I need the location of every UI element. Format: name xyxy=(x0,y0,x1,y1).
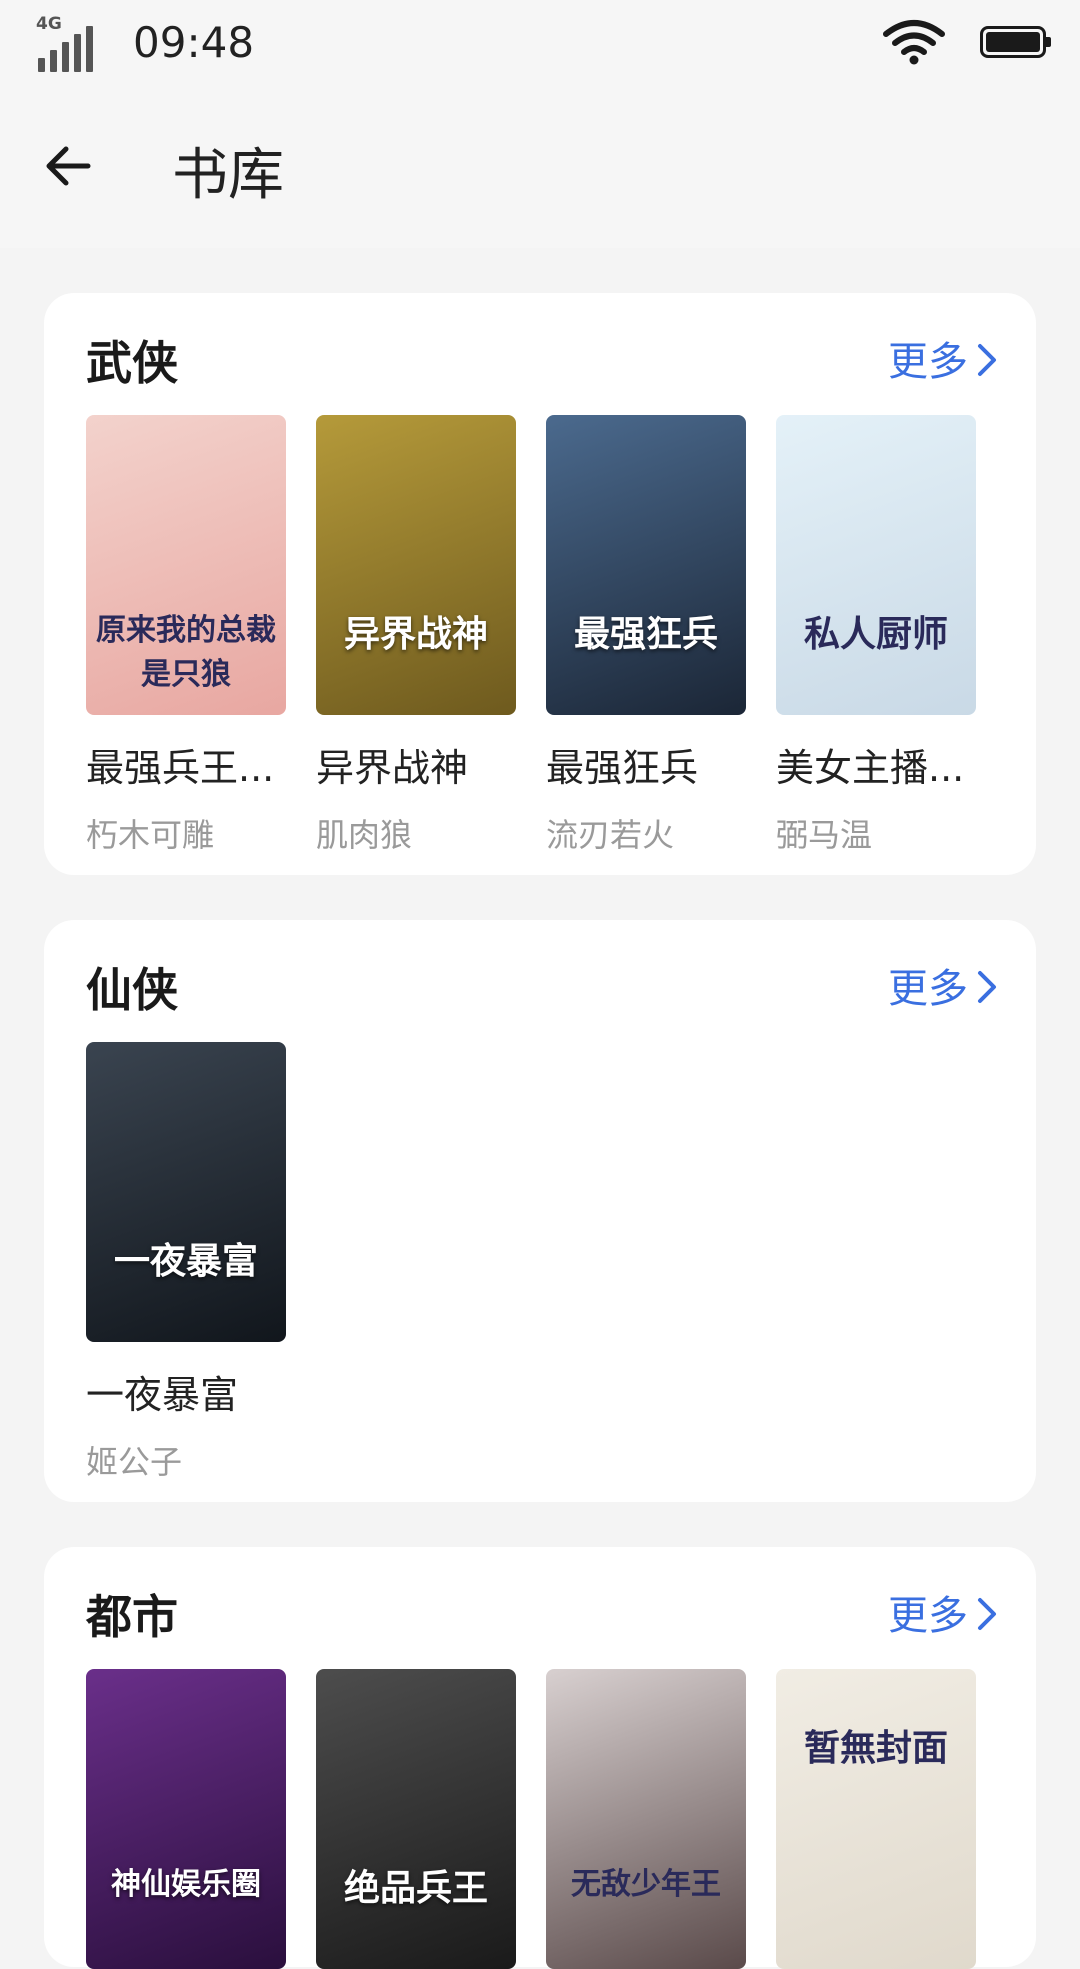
status-bar: 4G 09:48 xyxy=(0,0,1080,88)
book-item[interactable]: 神仙娱乐圈 xyxy=(86,1669,286,1969)
book-title: 最强兵王... xyxy=(86,746,275,790)
page-title: 书库 xyxy=(172,143,284,208)
book-title: 美女主播... xyxy=(776,746,965,790)
book-item[interactable]: 一夜暴富 一夜暴富 姬公子 xyxy=(86,1042,286,1483)
book-cover[interactable]: 暂無封面 xyxy=(776,1669,976,1969)
cover-text: 异界战神 xyxy=(343,613,488,655)
category-title: 都市 xyxy=(86,1590,178,1644)
book-item[interactable]: 无敌少年王 xyxy=(546,1669,746,1969)
book-item[interactable]: 暂無封面 xyxy=(776,1669,976,1969)
more-button[interactable]: 更多 xyxy=(888,329,998,387)
category-title: 仙侠 xyxy=(86,963,178,1017)
cover-text: 最强狂兵 xyxy=(573,613,718,655)
book-cover[interactable]: 私人厨师 xyxy=(776,415,976,715)
book-author: 流刃若火 xyxy=(546,816,675,854)
book-author: 朽木可雕 xyxy=(86,816,215,854)
book-item[interactable]: 绝品兵王 xyxy=(316,1669,516,1969)
book-title: 异界战神 xyxy=(316,746,469,790)
more-label: 更多 xyxy=(888,339,968,385)
book-cover[interactable]: 原来我的总裁是只狼 xyxy=(86,415,286,715)
more-label: 更多 xyxy=(888,966,968,1012)
cover-text: 私人厨师 xyxy=(803,613,948,655)
book-author: 姬公子 xyxy=(86,1443,183,1481)
book-cover[interactable]: 一夜暴富 xyxy=(86,1042,286,1342)
book-cover[interactable]: 神仙娱乐圈 xyxy=(86,1669,286,1969)
cover-text: 无敌少年王 xyxy=(571,1867,721,1902)
more-label: 更多 xyxy=(888,1593,968,1639)
book-title: 最强狂兵 xyxy=(546,746,699,790)
cover-text: 神仙娱乐圈 xyxy=(111,1867,261,1902)
category-section: 仙侠 更多 一夜暴富 一夜暴富 姬公子 xyxy=(44,920,1036,1502)
book-title: 一夜暴富 xyxy=(86,1373,239,1417)
book-item[interactable]: 原来我的总裁是只狼最强兵王... 朽木可雕 xyxy=(86,415,286,856)
more-button[interactable]: 更多 xyxy=(888,1583,998,1641)
cover-text: 绝品兵王 xyxy=(343,1867,488,1909)
category-section: 武侠 更多 原来我的总裁是只狼 最强兵王... 朽木可雕 异界战神 异界战神 肌肉狼 最强狂兵最… xyxy=(44,293,1036,875)
signal-icon: 4G xyxy=(36,12,96,72)
book-item[interactable]: 异界战神 异界战神 肌肉狼 xyxy=(316,415,516,856)
wifi-icon xyxy=(883,20,945,65)
status-time: 09:48 xyxy=(133,18,255,67)
battery-icon xyxy=(980,26,1051,58)
chevron-right-icon xyxy=(978,971,996,1003)
cover-text: 暂無封面 xyxy=(803,1727,948,1769)
cover-text: 原来我的总裁是只狼 xyxy=(96,613,276,692)
chevron-right-icon xyxy=(978,1598,996,1630)
book-cover[interactable]: 绝品兵王 xyxy=(316,1669,516,1969)
book-item[interactable]: 最强狂兵 最强狂兵 流刃若火 xyxy=(546,415,746,856)
chevron-right-icon xyxy=(978,344,996,376)
book-cover[interactable]: 无敌少年王 xyxy=(546,1669,746,1969)
network-type: 4G xyxy=(36,14,62,34)
book-cover[interactable]: 异界战神 xyxy=(316,415,516,715)
book-cover[interactable]: 最强狂兵 xyxy=(546,415,746,715)
top-app-bar: 书库 xyxy=(0,88,1080,248)
arrow-left-icon[interactable] xyxy=(38,136,98,196)
book-author: 弼马温 xyxy=(776,816,873,854)
more-button[interactable]: 更多 xyxy=(888,956,998,1014)
book-row: 一夜暴富 一夜暴富 姬公子 xyxy=(86,1042,286,1483)
book-row: 神仙娱乐圈 绝品兵王 无敌少年王 暂無封面 xyxy=(86,1669,976,1969)
category-section: 都市 更多神仙娱乐圈 绝品兵王 无敌少年王 暂無封面 xyxy=(44,1547,1036,1969)
cover-text: 一夜暴富 xyxy=(113,1240,258,1282)
category-title: 武侠 xyxy=(86,336,178,390)
book-row: 原来我的总裁是只狼 最强兵王... 朽木可雕 异界战神 异界战神 肌肉狼 最强狂兵 最强狂兵流… xyxy=(86,415,976,856)
book-item[interactable]: 私人厨师美女主播... 弼马温 xyxy=(776,415,976,856)
book-author: 肌肉狼 xyxy=(316,816,413,854)
